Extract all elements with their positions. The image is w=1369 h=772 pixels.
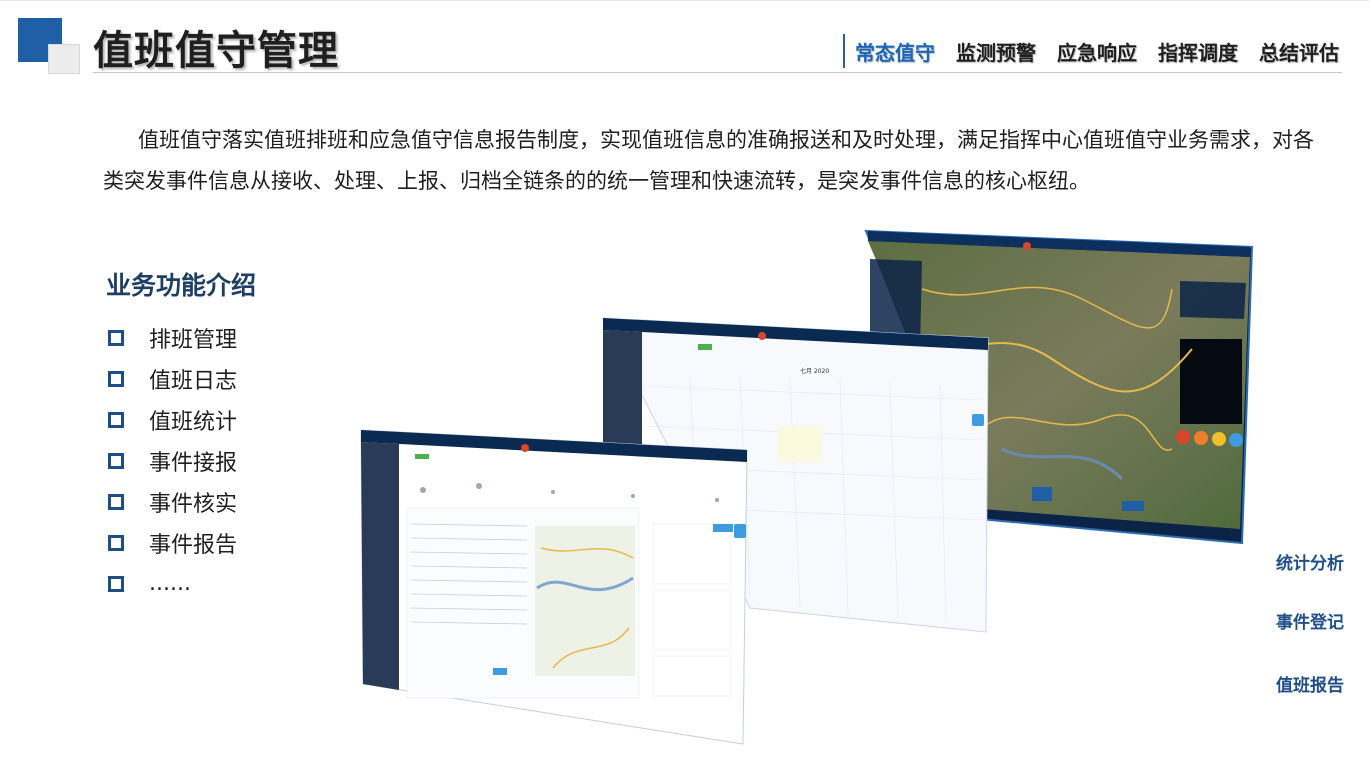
- form-side-card: [652, 523, 732, 585]
- square-bullet-icon: [108, 452, 124, 469]
- nav-item-summary-evaluation[interactable]: 总结评估: [1259, 37, 1339, 66]
- form-side-button: [713, 524, 733, 532]
- square-bullet-icon: [108, 411, 124, 428]
- calendar-highlight-cell: [778, 426, 822, 462]
- map-button: [1122, 501, 1144, 511]
- list-item: 事件报告: [108, 522, 237, 563]
- form-submit-button: [493, 668, 507, 675]
- header-rule: [93, 72, 1342, 73]
- nav-divider: [843, 34, 845, 68]
- statistics-analysis-link[interactable]: 统计分析: [1276, 549, 1344, 574]
- square-bullet-icon: [108, 329, 124, 346]
- feature-label: 事件核实: [149, 491, 238, 517]
- duty-report-link[interactable]: 值班报告: [1276, 671, 1344, 696]
- form-side-card: [652, 589, 732, 651]
- feature-label: 值班日志: [149, 368, 238, 394]
- emblem-icon: [521, 444, 529, 452]
- emblem-icon: [758, 332, 766, 340]
- list-item: 值班日志: [108, 358, 237, 399]
- top-border: [0, 0, 1369, 1]
- list-item: 值班统计: [108, 399, 237, 440]
- list-item: 事件核实: [108, 481, 237, 522]
- calendar-month-label: 七月 2020: [800, 367, 829, 375]
- feature-label: 事件接报: [149, 450, 238, 476]
- square-bullet-icon: [108, 493, 124, 510]
- event-registration-link[interactable]: 事件登记: [1276, 608, 1344, 633]
- square-bullet-icon: [108, 575, 124, 592]
- intro-paragraph: 值班值守落实值班排班和应急值守信息报告制度，实现值班信息的准确报送和及时处理，满…: [103, 128, 1314, 193]
- feature-label: 排班管理: [149, 327, 238, 353]
- form-side-icon: [734, 524, 746, 538]
- emblem-icon: [1023, 242, 1031, 250]
- list-item: 事件接报: [108, 440, 237, 481]
- form-side-card: [652, 655, 732, 697]
- form-tag: [415, 454, 429, 459]
- calendar-tag: [698, 344, 712, 350]
- list-item: 排班管理: [108, 317, 237, 358]
- form-map: [535, 526, 635, 676]
- list-item: ......: [108, 563, 237, 604]
- alert-orange-icon: [1194, 431, 1208, 445]
- nav-item-emergency-response[interactable]: 应急响应: [1057, 37, 1137, 66]
- calendar-side-button: [972, 414, 984, 426]
- nav-item-monitoring-warning[interactable]: 监测预警: [956, 37, 1036, 66]
- alert-red-icon: [1176, 430, 1190, 444]
- features-title: 业务功能介绍: [106, 271, 257, 300]
- nav-item-routine-duty[interactable]: 常态值守: [855, 37, 935, 66]
- feature-label: ......: [149, 571, 191, 596]
- feature-label: 值班统计: [149, 409, 238, 435]
- form-sidebar: [361, 442, 399, 690]
- square-bullet-icon: [108, 370, 124, 387]
- map-button: [1032, 487, 1052, 501]
- square-bullet-icon: [108, 534, 124, 551]
- page-title: 值班值守管理: [93, 28, 339, 74]
- alert-yellow-icon: [1212, 432, 1226, 446]
- top-nav: 常态值守 监测预警 应急响应 指挥调度 总结评估: [843, 34, 1339, 68]
- alert-blue-icon: [1229, 433, 1243, 447]
- logo-square-accent: [48, 44, 80, 74]
- map-right-panel: [1180, 281, 1246, 319]
- event-form-screenshot: [360, 429, 748, 745]
- feature-list: 排班管理 值班日志 值班统计 事件接报 事件核实 事件报告 ......: [108, 317, 237, 604]
- nav-item-command-dispatch[interactable]: 指挥调度: [1158, 37, 1238, 66]
- feature-label: 事件报告: [149, 532, 238, 558]
